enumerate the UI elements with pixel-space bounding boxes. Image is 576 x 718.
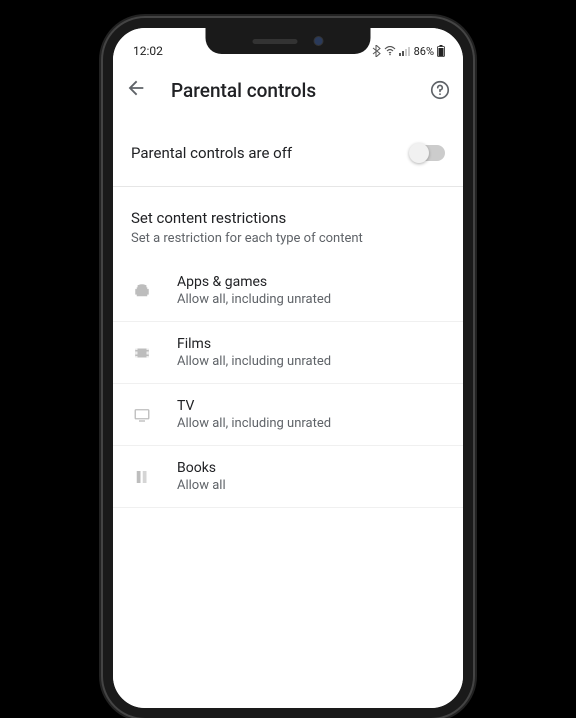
section-header: Set content restrictions Set a restricti… [113, 187, 463, 260]
list-item-title: Books [177, 460, 226, 476]
list-item-subtitle: Allow all, including unrated [177, 292, 331, 307]
app-bar: Parental controls [113, 64, 463, 116]
back-icon[interactable] [125, 77, 147, 103]
screen: 12:02 86% Parental con [113, 28, 463, 708]
restriction-item-books[interactable]: Books Allow all [113, 446, 463, 508]
list-item-subtitle: Allow all, including unrated [177, 354, 331, 369]
page-title: Parental controls [171, 79, 429, 102]
list-item-subtitle: Allow all [177, 478, 226, 493]
list-item-title: Films [177, 336, 331, 352]
restriction-item-tv[interactable]: TV Allow all, including unrated [113, 384, 463, 446]
section-subtitle: Set a restriction for each type of conte… [131, 231, 445, 246]
restriction-item-apps-games[interactable]: Apps & games Allow all, including unrate… [113, 260, 463, 322]
toggle-knob [409, 143, 429, 163]
signal-icon [399, 46, 411, 56]
list-item-subtitle: Allow all, including unrated [177, 416, 331, 431]
phone-frame: 12:02 86% Parental con [103, 18, 473, 718]
film-icon [131, 342, 153, 364]
parental-controls-toggle-row[interactable]: Parental controls are off [113, 116, 463, 187]
battery-icon [437, 45, 445, 57]
battery-percent: 86% [414, 45, 434, 58]
android-icon [131, 280, 153, 302]
restriction-item-films[interactable]: Films Allow all, including unrated [113, 322, 463, 384]
help-icon[interactable] [429, 79, 451, 101]
toggle-label: Parental controls are off [131, 144, 292, 162]
tv-icon [131, 404, 153, 426]
list-item-title: Apps & games [177, 274, 331, 290]
book-icon [131, 466, 153, 488]
bluetooth-icon [371, 45, 381, 57]
status-time: 12:02 [133, 44, 163, 58]
toggle-switch[interactable] [411, 145, 445, 161]
wifi-icon [384, 46, 396, 56]
list-item-title: TV [177, 398, 331, 414]
phone-notch [206, 28, 371, 54]
section-title: Set content restrictions [131, 209, 445, 227]
